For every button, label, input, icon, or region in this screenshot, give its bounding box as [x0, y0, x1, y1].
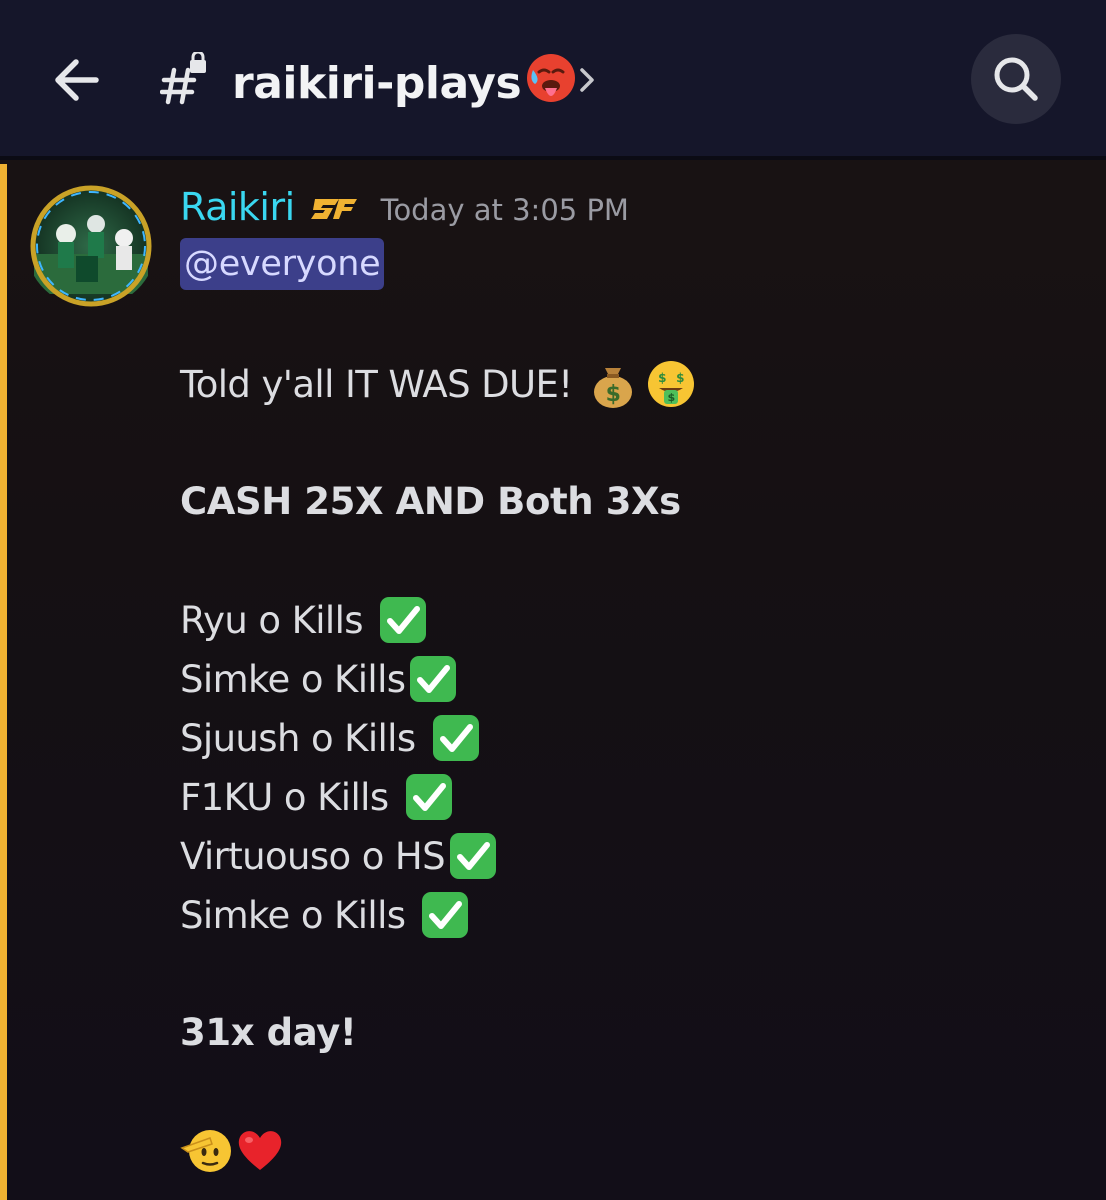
- svg-text:$: $: [605, 382, 620, 407]
- svg-text:$: $: [676, 371, 684, 385]
- message-text: Simke o Kills: [180, 657, 406, 701]
- message-text: Told y'all IT WAS DUE!: [180, 362, 573, 406]
- message-line: [180, 1122, 286, 1178]
- message-line: Ryu o Kills: [180, 592, 429, 648]
- message-timestamp: Today at 3:05 PM: [380, 193, 629, 227]
- search-icon: [994, 57, 1038, 101]
- check-mark-button-emoji: [422, 892, 469, 938]
- message-line: Simke o Kills: [180, 651, 459, 707]
- search-button[interactable]: [971, 34, 1061, 124]
- check-mark-button-emoji: [405, 774, 452, 820]
- check-mark-button-emoji: [450, 833, 497, 879]
- server-tag-badge: [310, 199, 357, 219]
- channel-header: raikiri-plays: [0, 0, 1106, 160]
- hash-lock-icon: [160, 52, 206, 105]
- money-mouth-face-emoji: $ $ $: [647, 361, 694, 407]
- discord-channel-view: raikiri-plays Raikiri Today at 3:05 PM @…: [0, 0, 1106, 1200]
- avatar-image: [30, 185, 152, 307]
- message-text: Simke o Kills: [180, 893, 406, 937]
- arrow-left-icon: [55, 59, 99, 101]
- channel-title[interactable]: raikiri-plays: [232, 50, 579, 114]
- message-text: Sjuush o Kills: [180, 716, 416, 760]
- svg-text:$: $: [667, 391, 674, 404]
- message-line: CASH 25X AND Both 3Xs: [180, 473, 681, 529]
- check-mark-button-emoji: [379, 597, 426, 643]
- hot-face-emoji: [527, 54, 576, 102]
- check-mark-button-emoji: [410, 656, 457, 702]
- svg-text:$: $: [658, 371, 666, 385]
- saluting-face-emoji: [180, 1130, 231, 1172]
- chevron-right-icon[interactable]: [576, 58, 600, 102]
- author-name[interactable]: Raikiri: [180, 185, 295, 229]
- check-mark-button-emoji: [432, 715, 479, 761]
- back-button[interactable]: [48, 50, 108, 110]
- message-line: Sjuush o Kills: [180, 710, 482, 766]
- message-line: Virtuouso o HS: [180, 828, 499, 884]
- red-heart-emoji: [238, 1131, 282, 1170]
- message-text: 31x day!: [180, 1010, 357, 1054]
- message-line: F1KU o Kills: [180, 769, 455, 825]
- message-line: Told y'all IT WAS DUE! $ $ $ $: [180, 356, 697, 412]
- everyone-mention[interactable]: @everyone: [180, 238, 385, 290]
- author-avatar[interactable]: [26, 184, 156, 308]
- message-text: Ryu o Kills: [180, 598, 364, 642]
- mention-highlight-bar: [0, 164, 7, 1200]
- message-header: Raikiri Today at 3:05 PM: [180, 180, 629, 234]
- message-text: CASH 25X AND Both 3Xs: [180, 479, 681, 523]
- message-text: F1KU o Kills: [180, 775, 389, 819]
- channel-name-text: raikiri-plays: [232, 58, 522, 109]
- message-line: 31x day!: [180, 1004, 357, 1060]
- message-text: Virtuouso o HS: [180, 834, 446, 878]
- message-line: Simke o Kills: [180, 887, 471, 943]
- money-bag-emoji: $: [593, 368, 632, 408]
